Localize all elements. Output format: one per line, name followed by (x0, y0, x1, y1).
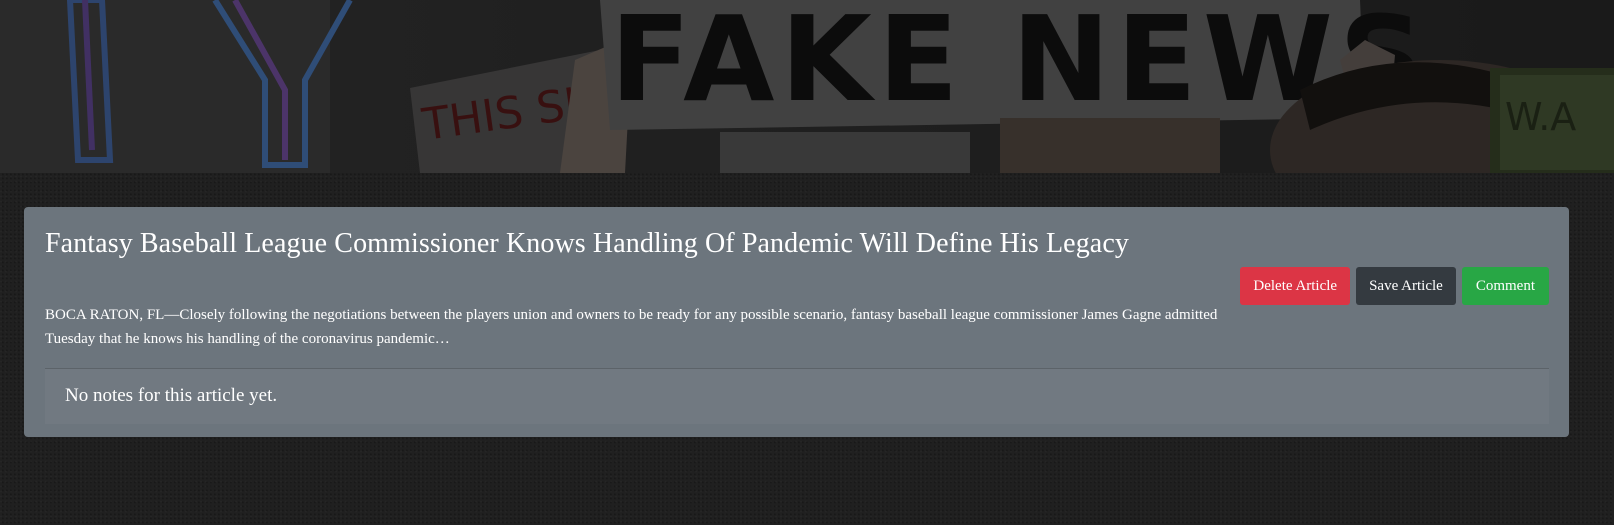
article-card: Fantasy Baseball League Commissioner Kno… (24, 207, 1569, 437)
article-title: Fantasy Baseball League Commissioner Kno… (45, 228, 1129, 259)
article-body-row: BOCA RATON, FL—Closely following the neg… (45, 267, 1549, 351)
notes-panel: No notes for this article yet. (45, 368, 1549, 424)
page: THIS SHA FAKE NEWS W.A Fantasy Baseball … (0, 0, 1614, 525)
delete-article-button[interactable]: Delete Article (1240, 267, 1351, 305)
notes-empty-text: No notes for this article yet. (65, 385, 278, 406)
article-actions: Delete Article Save Article Comment (1240, 267, 1549, 305)
hero-banner-image: THIS SHA FAKE NEWS W.A (0, 0, 1614, 173)
comment-button[interactable]: Comment (1461, 267, 1549, 305)
save-article-button[interactable]: Save Article (1356, 267, 1456, 305)
article-summary: BOCA RATON, FL—Closely following the neg… (45, 307, 1218, 347)
